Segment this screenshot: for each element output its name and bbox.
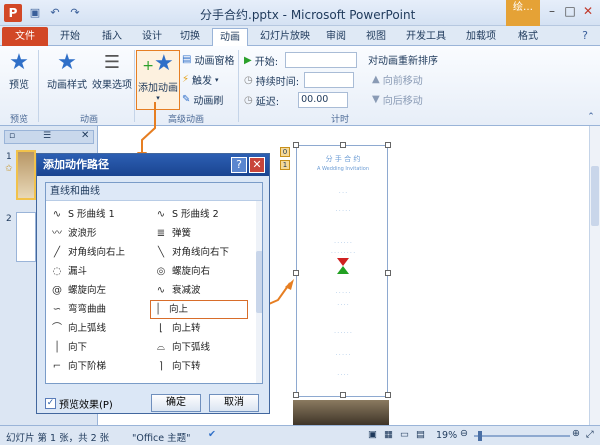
spiral-left-icon: @ <box>52 285 62 296</box>
zoom-out-icon[interactable]: ⊖ <box>460 428 468 439</box>
zoom-in-icon[interactable]: ⊕ <box>572 428 580 439</box>
funnel-icon: ◌ <box>52 266 62 277</box>
spiral-right-icon: ◎ <box>156 266 166 277</box>
path-item[interactable]: ⌐ 向下阶梯 <box>50 357 150 376</box>
path-item[interactable]: ∿ S 形曲线 2 <box>154 205 252 224</box>
turn-up-icon: ⌊ <box>159 323 163 334</box>
list-scrollbar-thumb[interactable] <box>256 251 262 313</box>
zigzag-icon: ∽ <box>52 304 62 315</box>
checkmark-icon: ✓ <box>45 398 56 409</box>
path-item[interactable]: ╱ 对角线向右上 <box>50 243 150 262</box>
status-bar: 幻灯片 第 1 张，共 2 张 "Office 主题" ✔ ▣ ▦ ▭ ▤ 19… <box>0 425 600 445</box>
path-item[interactable]: ⌉ 向下转 <box>154 357 252 376</box>
path-item[interactable]: ∽ 弯弯曲曲 <box>50 300 150 319</box>
dialog-close-button[interactable]: ✕ <box>249 157 265 173</box>
ok-button[interactable]: 确定 <box>151 394 201 412</box>
path-item[interactable]: ≣ 弹簧 <box>154 224 252 243</box>
path-item[interactable]: │ 向下 <box>50 338 150 357</box>
path-item[interactable]: ╲ 对角线向右下 <box>154 243 252 262</box>
diagonal-up-right-icon: ╱ <box>53 247 61 258</box>
stairs-down-icon: ⌐ <box>52 361 62 372</box>
path-item[interactable]: ⌓ 向下弧线 <box>154 338 252 357</box>
slide-counter: 幻灯片 第 1 张，共 2 张 <box>6 433 110 444</box>
vertical-scrollbar[interactable] <box>589 126 600 425</box>
add-motion-path-dialog: 添加动作路径 ? ✕ 直线和曲线 ∿ S 形曲线 1 〰波浪形 ╱ 对角线向右上 ◌… <box>36 153 270 414</box>
s-curve-icon: ∿ <box>52 209 62 220</box>
down-line-icon: │ <box>53 342 61 353</box>
path-item[interactable]: ◌ 漏斗 <box>50 262 150 281</box>
slideshow-icon[interactable]: ▤ <box>416 429 425 440</box>
category-header: 直线和曲线 <box>46 183 262 201</box>
cancel-button[interactable]: 取消 <box>209 394 259 412</box>
scrollbar-thumb[interactable] <box>591 166 599 226</box>
reading-view-icon[interactable]: ▭ <box>400 429 409 440</box>
turn-down-icon: ⌉ <box>159 361 163 372</box>
path-item[interactable]: ⌊ 向上转 <box>154 319 252 338</box>
spellcheck-icon[interactable]: ✔ <box>208 429 216 440</box>
path-item[interactable]: ∿ 衰减波 <box>154 281 252 300</box>
path-item[interactable]: ∿ S 形曲线 1 <box>50 205 150 224</box>
normal-view-icon[interactable]: ▣ <box>368 429 377 440</box>
arc-down-icon: ⌓ <box>157 342 165 353</box>
zoom-level[interactable]: 19% <box>436 430 457 441</box>
help-button[interactable]: ? <box>231 157 247 173</box>
motion-path-list: 直线和曲线 ∿ S 形曲线 1 〰波浪形 ╱ 对角线向右上 ◌ 漏斗 @ 螺旋向左 ∽ 弯… <box>45 182 263 384</box>
zoom-slider[interactable] <box>474 435 570 437</box>
list-scrollbar[interactable] <box>256 201 262 383</box>
fit-to-window-icon[interactable]: ⤢ <box>586 429 594 440</box>
spring-icon: ≣ <box>156 228 166 239</box>
s-curve-icon: ∿ <box>156 209 166 220</box>
zoom-slider-thumb[interactable] <box>478 431 482 441</box>
path-item[interactable]: ⌒ 向上弧线 <box>50 319 150 338</box>
diagonal-down-right-icon: ╲ <box>157 247 165 258</box>
path-item-selected[interactable]: │ 向上 <box>150 300 248 319</box>
callout-arrow <box>141 102 156 156</box>
up-line-icon: │ <box>154 304 162 315</box>
arc-up-icon: ⌒ <box>52 323 62 334</box>
wave-icon: 〰 <box>52 228 62 239</box>
slide-sorter-icon[interactable]: ▦ <box>384 429 393 440</box>
preview-effect-checkbox[interactable]: ✓ 预览效果(P) <box>45 396 113 411</box>
path-item[interactable]: @ 螺旋向左 <box>50 281 150 300</box>
path-item[interactable]: 〰波浪形 <box>50 224 150 243</box>
path-item[interactable]: ◎ 螺旋向右 <box>154 262 252 281</box>
theme-name[interactable]: "Office 主题" <box>132 430 191 444</box>
decaying-wave-icon: ∿ <box>156 285 166 296</box>
